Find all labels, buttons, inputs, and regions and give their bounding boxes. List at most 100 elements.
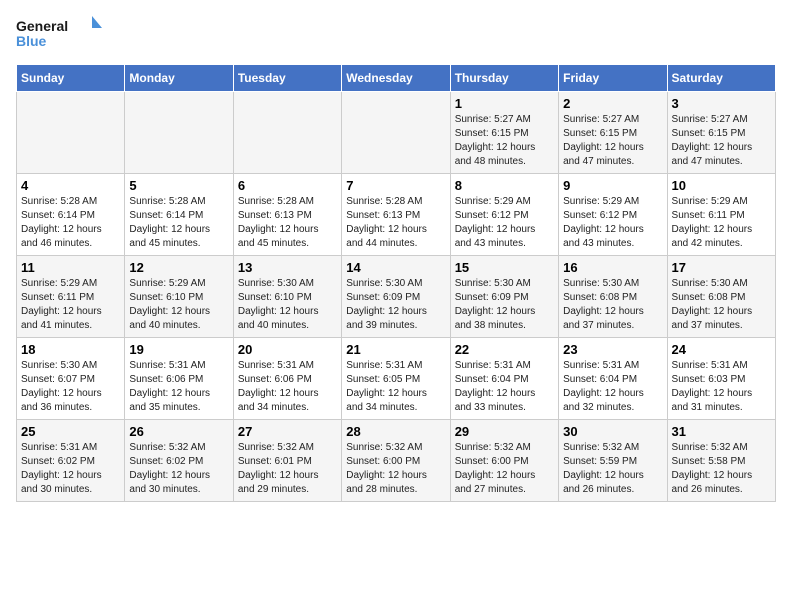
day-cell: 31Sunrise: 5:32 AM Sunset: 5:58 PM Dayli… (667, 420, 775, 502)
day-cell: 22 Sunrise: 5:31 AM Sunset: 6:04 PM Dayli… (450, 338, 558, 420)
day-info: Sunrise: 5:28 AM Sunset: 6:13 PM Dayligh… (346, 195, 445, 251)
day-cell: 29 Sunrise: 5:32 AM Sunset: 6:00 PM Dayli… (450, 420, 558, 502)
day-number: 2 (563, 96, 662, 111)
header-cell-monday: Monday (125, 65, 233, 92)
day-number: 29 (455, 424, 554, 439)
week-row-3: 11Sunrise: 5:29 AM Sunset: 6:11 PM Dayli… (17, 256, 776, 338)
day-cell: 20 Sunrise: 5:31 AM Sunset: 6:06 PM Dayli… (233, 338, 341, 420)
header-cell-tuesday: Tuesday (233, 65, 341, 92)
day-info: Sunrise: 5:31 AM Sunset: 6:06 PM Dayligh… (129, 359, 228, 415)
day-number: 11 (21, 260, 120, 275)
day-cell: 11Sunrise: 5:29 AM Sunset: 6:11 PM Dayli… (17, 256, 125, 338)
day-cell: 14 Sunrise: 5:30 AM Sunset: 6:09 PM Dayli… (342, 256, 450, 338)
svg-text:Blue: Blue (16, 33, 47, 49)
day-cell: 15 Sunrise: 5:30 AM Sunset: 6:09 PM Dayli… (450, 256, 558, 338)
day-number: 25 (21, 424, 120, 439)
day-number: 19 (129, 342, 228, 357)
day-cell: 4 Sunrise: 5:28 AM Sunset: 6:14 PM Daylig… (17, 174, 125, 256)
day-number: 10 (672, 178, 771, 193)
day-info: Sunrise: 5:30 AM Sunset: 6:09 PM Dayligh… (346, 277, 445, 333)
day-cell (17, 92, 125, 174)
week-row-4: 18 Sunrise: 5:30 AM Sunset: 6:07 PM Dayli… (17, 338, 776, 420)
day-cell: 16 Sunrise: 5:30 AM Sunset: 6:08 PM Dayli… (559, 256, 667, 338)
day-info: Sunrise: 5:28 AM Sunset: 6:14 PM Dayligh… (129, 195, 228, 251)
day-info: Sunrise: 5:27 AM Sunset: 6:15 PM Dayligh… (455, 113, 554, 169)
day-cell (125, 92, 233, 174)
day-number: 30 (563, 424, 662, 439)
day-info: Sunrise: 5:31 AM Sunset: 6:06 PM Dayligh… (238, 359, 337, 415)
day-info: Sunrise: 5:31 AM Sunset: 6:05 PM Dayligh… (346, 359, 445, 415)
day-info: Sunrise: 5:28 AM Sunset: 6:14 PM Dayligh… (21, 195, 120, 251)
day-cell: 28 Sunrise: 5:32 AM Sunset: 6:00 PM Dayli… (342, 420, 450, 502)
day-number: 26 (129, 424, 228, 439)
day-cell: 17 Sunrise: 5:30 AM Sunset: 6:08 PM Dayli… (667, 256, 775, 338)
day-number: 27 (238, 424, 337, 439)
day-number: 16 (563, 260, 662, 275)
day-info: Sunrise: 5:32 AM Sunset: 6:00 PM Dayligh… (455, 441, 554, 497)
day-cell: 21 Sunrise: 5:31 AM Sunset: 6:05 PM Dayli… (342, 338, 450, 420)
day-number: 17 (672, 260, 771, 275)
day-info: Sunrise: 5:30 AM Sunset: 6:07 PM Dayligh… (21, 359, 120, 415)
day-info: Sunrise: 5:32 AM Sunset: 6:00 PM Dayligh… (346, 441, 445, 497)
day-number: 21 (346, 342, 445, 357)
day-info: Sunrise: 5:32 AM Sunset: 6:01 PM Dayligh… (238, 441, 337, 497)
day-number: 22 (455, 342, 554, 357)
week-row-5: 25 Sunrise: 5:31 AM Sunset: 6:02 PM Dayli… (17, 420, 776, 502)
day-info: Sunrise: 5:30 AM Sunset: 6:09 PM Dayligh… (455, 277, 554, 333)
week-row-1: 1Sunrise: 5:27 AM Sunset: 6:15 PM Daylig… (17, 92, 776, 174)
day-number: 24 (672, 342, 771, 357)
day-number: 9 (563, 178, 662, 193)
logo-svg: General Blue (16, 16, 106, 52)
day-info: Sunrise: 5:32 AM Sunset: 6:02 PM Dayligh… (129, 441, 228, 497)
day-cell: 23 Sunrise: 5:31 AM Sunset: 6:04 PM Dayli… (559, 338, 667, 420)
day-info: Sunrise: 5:29 AM Sunset: 6:12 PM Dayligh… (455, 195, 554, 251)
day-number: 12 (129, 260, 228, 275)
day-cell: 24Sunrise: 5:31 AM Sunset: 6:03 PM Dayli… (667, 338, 775, 420)
day-cell (233, 92, 341, 174)
day-cell: 13Sunrise: 5:30 AM Sunset: 6:10 PM Dayli… (233, 256, 341, 338)
day-number: 6 (238, 178, 337, 193)
day-cell: 26 Sunrise: 5:32 AM Sunset: 6:02 PM Dayli… (125, 420, 233, 502)
day-cell: 5 Sunrise: 5:28 AM Sunset: 6:14 PM Daylig… (125, 174, 233, 256)
day-info: Sunrise: 5:27 AM Sunset: 6:15 PM Dayligh… (672, 113, 771, 169)
day-info: Sunrise: 5:31 AM Sunset: 6:04 PM Dayligh… (563, 359, 662, 415)
day-number: 3 (672, 96, 771, 111)
day-cell: 1Sunrise: 5:27 AM Sunset: 6:15 PM Daylig… (450, 92, 558, 174)
day-number: 5 (129, 178, 228, 193)
day-number: 4 (21, 178, 120, 193)
day-info: Sunrise: 5:30 AM Sunset: 6:08 PM Dayligh… (672, 277, 771, 333)
day-number: 28 (346, 424, 445, 439)
day-number: 13 (238, 260, 337, 275)
header: General Blue (16, 16, 776, 52)
day-number: 14 (346, 260, 445, 275)
calendar-table: SundayMondayTuesdayWednesdayThursdayFrid… (16, 64, 776, 502)
day-number: 20 (238, 342, 337, 357)
logo: General Blue (16, 16, 106, 52)
day-info: Sunrise: 5:31 AM Sunset: 6:04 PM Dayligh… (455, 359, 554, 415)
day-number: 8 (455, 178, 554, 193)
day-info: Sunrise: 5:29 AM Sunset: 6:11 PM Dayligh… (672, 195, 771, 251)
day-number: 15 (455, 260, 554, 275)
day-cell: 2 Sunrise: 5:27 AM Sunset: 6:15 PM Daylig… (559, 92, 667, 174)
day-cell: 30 Sunrise: 5:32 AM Sunset: 5:59 PM Dayli… (559, 420, 667, 502)
day-number: 23 (563, 342, 662, 357)
day-cell: 8 Sunrise: 5:29 AM Sunset: 6:12 PM Daylig… (450, 174, 558, 256)
header-cell-wednesday: Wednesday (342, 65, 450, 92)
day-info: Sunrise: 5:28 AM Sunset: 6:13 PM Dayligh… (238, 195, 337, 251)
day-cell: 19 Sunrise: 5:31 AM Sunset: 6:06 PM Dayli… (125, 338, 233, 420)
day-cell: 18 Sunrise: 5:30 AM Sunset: 6:07 PM Dayli… (17, 338, 125, 420)
day-cell: 12 Sunrise: 5:29 AM Sunset: 6:10 PM Dayli… (125, 256, 233, 338)
day-cell: 3 Sunrise: 5:27 AM Sunset: 6:15 PM Daylig… (667, 92, 775, 174)
day-info: Sunrise: 5:32 AM Sunset: 5:59 PM Dayligh… (563, 441, 662, 497)
header-cell-saturday: Saturday (667, 65, 775, 92)
header-cell-thursday: Thursday (450, 65, 558, 92)
day-info: Sunrise: 5:29 AM Sunset: 6:10 PM Dayligh… (129, 277, 228, 333)
week-row-2: 4 Sunrise: 5:28 AM Sunset: 6:14 PM Daylig… (17, 174, 776, 256)
day-number: 18 (21, 342, 120, 357)
day-cell: 25 Sunrise: 5:31 AM Sunset: 6:02 PM Dayli… (17, 420, 125, 502)
day-info: Sunrise: 5:30 AM Sunset: 6:08 PM Dayligh… (563, 277, 662, 333)
day-info: Sunrise: 5:31 AM Sunset: 6:02 PM Dayligh… (21, 441, 120, 497)
header-cell-sunday: Sunday (17, 65, 125, 92)
day-info: Sunrise: 5:29 AM Sunset: 6:12 PM Dayligh… (563, 195, 662, 251)
day-info: Sunrise: 5:27 AM Sunset: 6:15 PM Dayligh… (563, 113, 662, 169)
